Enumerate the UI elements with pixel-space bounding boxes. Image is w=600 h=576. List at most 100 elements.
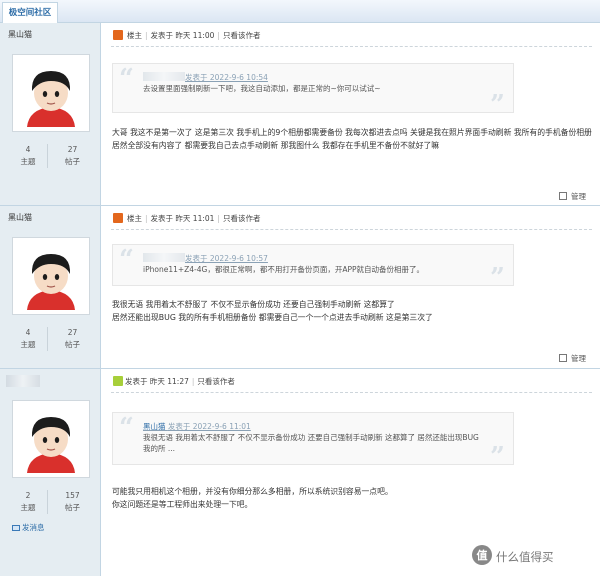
- meta-divider: [111, 46, 592, 47]
- avatar-image: [17, 59, 85, 127]
- threads-stat[interactable]: 2 主题: [3, 490, 53, 514]
- post-body-line: 大哥 我这不是第一次了 这是第三次 我手机上的9个相册都需要备份 我每次都进去点…: [112, 128, 592, 150]
- author-stats: 4 主题 27 帖子: [0, 327, 101, 353]
- quote-block: “ 发表于 2022-9-6 10:57 iPhone11+Z4-4G，都很正常…: [112, 244, 514, 291]
- mail-icon: [12, 525, 20, 531]
- meta-separator: |: [217, 214, 220, 223]
- post-body-line: 居然还能出现BUG 我的所有手机相册备份 都需要自己一个一个点进去手动刷新 这是…: [112, 313, 433, 322]
- host-icon: [113, 213, 123, 223]
- threads-label: 主题: [20, 503, 36, 512]
- svg-text:值: 值: [477, 548, 488, 562]
- author-sidebar: 2 主题 157 帖子 发消息: [0, 369, 101, 576]
- meta-separator: |: [217, 31, 220, 40]
- author-name-blurred[interactable]: [6, 375, 40, 387]
- send-message-label: 发消息: [22, 523, 45, 532]
- quote-open-icon: “: [119, 245, 134, 275]
- author-only-link[interactable]: 只看该作者: [197, 377, 235, 386]
- post-meta: 楼主 | 发表于 昨天 11:00 | 只看该作者: [113, 30, 260, 42]
- posts-count: 157: [65, 491, 80, 500]
- manage-label: 管理: [571, 354, 586, 363]
- author-stats: 2 主题 157 帖子: [0, 490, 101, 516]
- posts-label: 帖子: [65, 503, 80, 512]
- manage-checkbox[interactable]: [559, 354, 567, 362]
- avatar-image: [17, 405, 85, 473]
- posts-stat[interactable]: 157 帖子: [47, 490, 97, 514]
- watermark-logo-icon: 值: [472, 545, 492, 565]
- quote-time: 发表于 2022-9-6 10:54: [185, 73, 268, 82]
- threads-stat[interactable]: 4 主题: [3, 144, 53, 168]
- quote-block: “ 黑山猫 发表于 2022-9-6 11:01 我很无语 我用着太不舒服了 不…: [112, 412, 514, 470]
- quote-header[interactable]: 发表于 2022-9-6 10:54: [143, 72, 268, 83]
- post-body-line: 我很无语 我用着太不舒服了 不仅不显示备份成功 还要自己强制手动刷新 这都算了: [112, 300, 395, 309]
- threads-label: 主题: [20, 340, 36, 349]
- manage-control[interactable]: 管理: [559, 353, 586, 364]
- avatar[interactable]: [12, 237, 90, 315]
- threads-count: 4: [25, 145, 31, 154]
- threads-count: 2: [25, 491, 31, 500]
- post-meta: 发表于 昨天 11:27 | 只看该作者: [113, 376, 235, 388]
- author-name[interactable]: 黑山猫: [8, 29, 32, 40]
- quote-close-icon: ”: [490, 263, 505, 293]
- posts-count: 27: [67, 145, 78, 154]
- quote-close-icon: ”: [490, 90, 505, 120]
- post-body: 大哥 我这不是第一次了 这是第三次 我手机上的9个相册都需要备份 我每次都进去点…: [112, 126, 592, 152]
- post-body: 我很无语 我用着太不舒服了 不仅不显示备份成功 还要自己强制手动刷新 这都算了 …: [112, 298, 592, 324]
- meta-separator: |: [191, 377, 195, 386]
- manage-label: 管理: [571, 192, 586, 201]
- post-time: 发表于 昨天 11:00: [150, 31, 215, 40]
- host-label: 楼主: [127, 214, 142, 223]
- quote-header[interactable]: 黑山猫 发表于 2022-9-6 11:01: [143, 421, 251, 432]
- post-body-line: 你这问题还是等工程师出来处理一下吧。: [112, 500, 253, 509]
- avatar[interactable]: [12, 54, 90, 132]
- quote-text: 我很无语 我用着太不舒服了 不仅不显示备份成功 还要自己强制手动刷新 这都算了 …: [143, 433, 479, 453]
- quote-text: iPhone11+Z4-4G，都很正常啊，都不用打开备份页面，开APP就自动备份…: [143, 265, 425, 274]
- post-body-line: 可能我只用相机这个相册，并没有你细分那么多相册，所以系统识别容易一点吧。: [112, 487, 393, 496]
- posts-label: 帖子: [65, 340, 80, 349]
- posts-stat[interactable]: 27 帖子: [47, 327, 97, 351]
- posts-count: 27: [67, 328, 78, 337]
- manage-checkbox[interactable]: [559, 192, 567, 200]
- post-time: 发表于 昨天 11:27: [125, 377, 189, 386]
- online-status-icon: [113, 376, 123, 386]
- post-body: 可能我只用相机这个相册，并没有你细分那么多相册，所以系统识别容易一点吧。 你这问…: [112, 485, 592, 511]
- quote-open-icon: “: [119, 413, 134, 443]
- post-2: 黑山猫 4 主题 27 帖子 楼主 | 发表于 昨天 11:01 | 只看该作者…: [0, 206, 600, 369]
- host-icon: [113, 30, 123, 40]
- quote-author-blurred: [143, 72, 185, 81]
- post-1: 黑山猫 4 主题 27 帖子 楼主 | 发表于 昨天 11:00 | 只看该作者…: [0, 23, 600, 206]
- watermark: 值 什么值得买: [471, 544, 554, 570]
- post-main: 楼主 | 发表于 昨天 11:01 | 只看该作者 “ 发表于 2022-9-6 10:…: [102, 206, 600, 368]
- author-sidebar: 黑山猫 4 主题 27 帖子: [0, 23, 101, 205]
- watermark-text: 什么值得买: [496, 550, 554, 564]
- avatar-image: [17, 242, 85, 310]
- quote-block: “ 发表于 2022-9-6 10:54 去设置里面强制刷新一下吧，我这自动添加…: [112, 63, 514, 118]
- threads-count: 4: [25, 328, 31, 337]
- meta-separator: |: [145, 214, 148, 223]
- quote-author: 黑山猫: [143, 422, 166, 431]
- threads-stat[interactable]: 4 主题: [3, 327, 53, 351]
- post-meta: 楼主 | 发表于 昨天 11:01 | 只看该作者: [113, 213, 260, 225]
- author-only-link[interactable]: 只看该作者: [223, 214, 261, 223]
- manage-control[interactable]: 管理: [559, 191, 586, 202]
- quote-close-icon: ”: [490, 442, 505, 472]
- author-stats: 4 主题 27 帖子: [0, 144, 101, 170]
- author-sidebar: 黑山猫 4 主题 27 帖子: [0, 206, 101, 368]
- posts-label: 帖子: [65, 157, 80, 166]
- post-main: 楼主 | 发表于 昨天 11:00 | 只看该作者 “ 发表于 2022-9-6 10:…: [102, 23, 600, 205]
- author-only-link[interactable]: 只看该作者: [223, 31, 261, 40]
- avatar[interactable]: [12, 400, 90, 478]
- post-time: 发表于 昨天 11:01: [150, 214, 215, 223]
- top-bar: 极空间社区: [0, 0, 600, 23]
- quote-text: 去设置里面强制刷新一下吧，我这自动添加，都是正常的~你可以试试~: [143, 84, 381, 93]
- meta-divider: [111, 392, 592, 393]
- quote-open-icon: “: [119, 64, 134, 94]
- quote-header[interactable]: 发表于 2022-9-6 10:57: [143, 253, 268, 264]
- meta-divider: [111, 229, 592, 230]
- forum-tab[interactable]: 极空间社区: [2, 2, 58, 23]
- quote-time: 发表于 2022-9-6 11:01: [167, 422, 251, 431]
- threads-label: 主题: [20, 157, 36, 166]
- posts-stat[interactable]: 27 帖子: [47, 144, 97, 168]
- author-name[interactable]: 黑山猫: [8, 212, 32, 223]
- meta-separator: |: [145, 31, 148, 40]
- send-message-link[interactable]: 发消息: [12, 522, 45, 533]
